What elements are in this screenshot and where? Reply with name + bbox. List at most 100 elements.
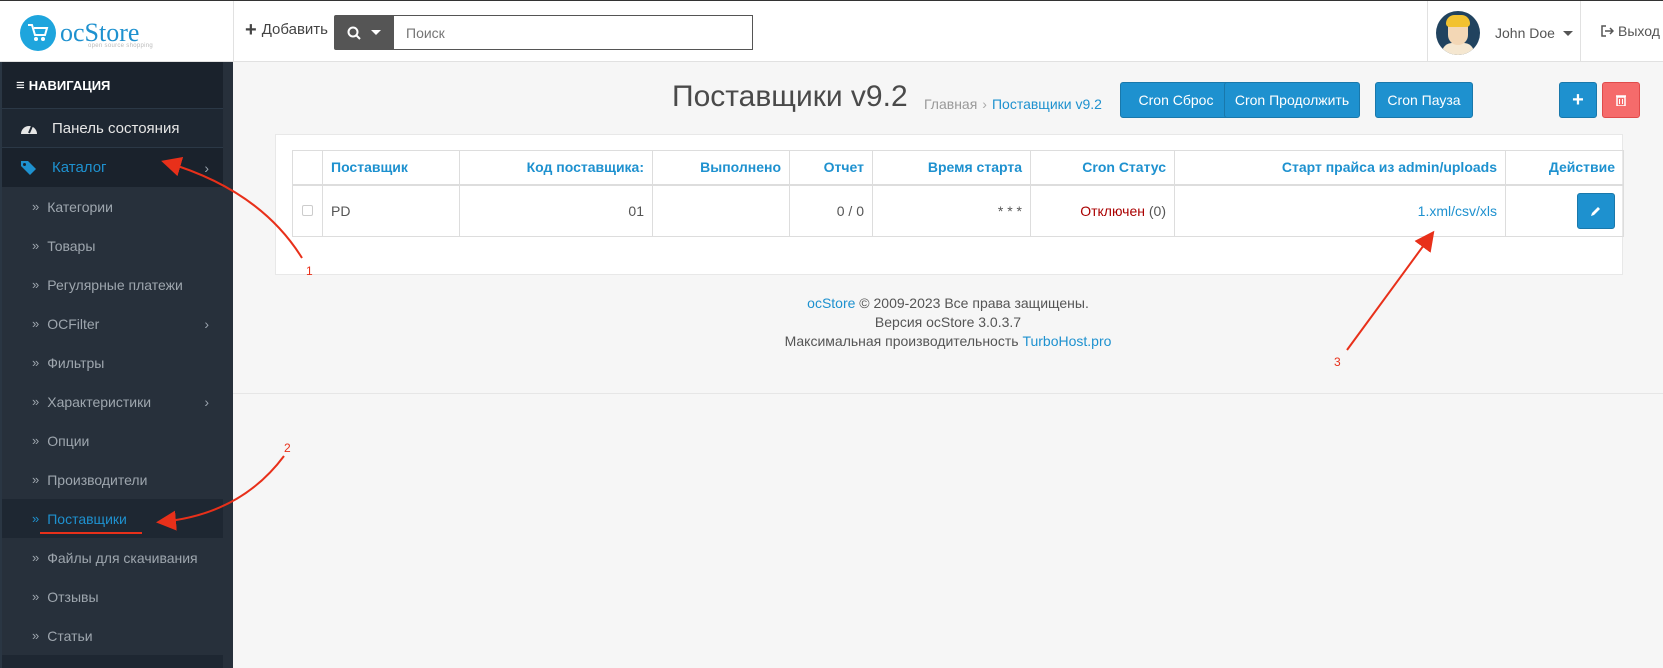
- sidebar-subitem[interactable]: » OCFilter ›: [2, 304, 223, 343]
- logout-label: Выход: [1618, 23, 1660, 39]
- cron-continue-button[interactable]: Cron Продолжить: [1224, 82, 1360, 118]
- column-header[interactable]: Код поставщика:: [459, 150, 653, 186]
- avatar: [1436, 11, 1480, 55]
- footer: ocStore © 2009-2023 Все права защищены. …: [233, 294, 1663, 351]
- double-angle-right-icon: »: [32, 433, 40, 448]
- chevron-right-icon: ›: [204, 393, 209, 410]
- double-angle-right-icon: »: [32, 550, 40, 565]
- add-supplier-button[interactable]: +: [1559, 82, 1597, 118]
- row-checkbox-cell: [292, 184, 323, 237]
- sidebar-subitem[interactable]: » Производители: [2, 460, 223, 499]
- nav-title: НАВИГАЦИЯ: [28, 77, 111, 93]
- delete-button[interactable]: [1602, 82, 1640, 118]
- plus-icon: +: [245, 18, 257, 41]
- column-header[interactable]: Отчет: [789, 150, 873, 186]
- logo-subtitle: open source shopping: [88, 43, 154, 49]
- cron-reset-button[interactable]: Cron Сброс: [1120, 82, 1232, 118]
- footer-copyright: © 2009-2023 Все права защищены.: [859, 295, 1089, 311]
- divider: [233, 1, 234, 62]
- footer-host-link[interactable]: TurboHost.pro: [1022, 333, 1111, 349]
- divider: [1580, 1, 1581, 62]
- column-header[interactable]: Время старта: [872, 150, 1031, 186]
- double-angle-right-icon: »: [32, 238, 40, 253]
- sidebar-subitem-label: Файлы для скачивания: [47, 549, 198, 566]
- suppliers-panel: Поставщик Код поставщика: Выполнено Отче…: [275, 134, 1624, 275]
- column-header[interactable]: Старт прайса из admin/uploads: [1174, 150, 1506, 186]
- footer-performance-line: Максимальная производительность TurboHos…: [233, 332, 1663, 351]
- search-button[interactable]: [334, 15, 394, 50]
- logo[interactable]: ocStore open source shopping: [20, 13, 160, 53]
- bars-icon: ≡: [16, 76, 25, 94]
- sidebar-subitem[interactable]: » Статьи: [2, 616, 223, 655]
- add-label: Добавить: [261, 21, 328, 38]
- cron-count: (0): [1148, 202, 1166, 219]
- sidebar-subitem[interactable]: » Отзывы: [2, 577, 223, 616]
- annotation-number: 3: [1334, 355, 1341, 369]
- column-header[interactable]: Выполнено: [652, 150, 790, 186]
- annotation-number: 2: [284, 441, 291, 455]
- sidebar-subitem-label: Статьи: [47, 627, 93, 644]
- sidebar-subitem-label: Категории: [47, 198, 113, 215]
- logo-text: ocStore: [60, 18, 140, 47]
- user-name: John Doe: [1495, 25, 1555, 41]
- chevron-right-icon: ›: [204, 159, 209, 176]
- pencil-icon: [1591, 206, 1600, 216]
- chevron-right-icon: ›: [204, 315, 209, 332]
- report-cell: 0 / 0: [789, 184, 873, 237]
- sidebar-subitem-label: Характеристики: [47, 393, 152, 410]
- footer-version: Версия ocStore 3.0.3.7: [874, 314, 1022, 330]
- action-cell: [1505, 184, 1624, 237]
- price-start-cell: 1.xml/csv/xls: [1174, 184, 1506, 237]
- sidebar-item-label: Панель состояния: [52, 119, 180, 137]
- page-title: Поставщики v9.2: [672, 80, 908, 113]
- sidebar-subitem-label: Товары: [47, 237, 96, 254]
- sidebar-item-dashboard[interactable]: Панель состояния: [2, 109, 223, 148]
- double-angle-right-icon: »: [32, 394, 40, 409]
- double-angle-right-icon: »: [32, 589, 40, 604]
- breadcrumb-home[interactable]: Главная: [924, 96, 977, 112]
- cron-pause-button[interactable]: Cron Пауза: [1375, 82, 1473, 118]
- sidebar-subitem[interactable]: » Характеристики ›: [2, 382, 223, 421]
- sidebar-subitem[interactable]: » Поставщики: [2, 499, 223, 538]
- sidebar-subitem-label: Регулярные платежи: [47, 276, 183, 293]
- column-header[interactable]: Действие: [1505, 150, 1624, 186]
- column-header[interactable]: Поставщик: [322, 150, 460, 186]
- double-angle-right-icon: »: [32, 277, 40, 292]
- cron-status-cell: Отключен (0): [1030, 184, 1175, 237]
- sidebar-subitem[interactable]: » Файлы для скачивания: [2, 538, 223, 577]
- edit-button[interactable]: [1577, 192, 1615, 229]
- sidebar-subitem-label: Отзывы: [47, 588, 99, 605]
- search-icon: [347, 26, 361, 40]
- sidebar-subitem[interactable]: » Регулярные платежи: [2, 265, 223, 304]
- footer-brand-link[interactable]: ocStore: [807, 295, 855, 311]
- breadcrumb-current[interactable]: Поставщики v9.2: [992, 96, 1102, 112]
- divider: [1427, 1, 1428, 62]
- start-time-cell: * * *: [872, 184, 1031, 237]
- double-angle-right-icon: »: [32, 511, 40, 526]
- sidebar-subitem[interactable]: » Опции: [2, 421, 223, 460]
- add-button[interactable]: + Добавить: [245, 18, 328, 41]
- double-angle-right-icon: »: [32, 472, 40, 487]
- caret-down-icon: [1562, 30, 1573, 36]
- column-header[interactable]: Cron Статус: [1030, 150, 1175, 186]
- sidebar-subitem[interactable]: » Категории: [2, 187, 223, 226]
- sidebar-subitem-label: Фильтры: [47, 354, 105, 371]
- nav-header: ≡ НАВИГАЦИЯ: [2, 62, 223, 109]
- table-header-row: Поставщик Код поставщика: Выполнено Отче…: [292, 150, 1624, 186]
- user-menu[interactable]: John Doe: [1436, 11, 1573, 55]
- row-checkbox[interactable]: [302, 204, 313, 216]
- cart-icon: [20, 15, 56, 51]
- sidebar-subitem[interactable]: » Фильтры: [2, 343, 223, 382]
- sidebar-subitem[interactable]: » Товары: [2, 226, 223, 265]
- price-start-link[interactable]: 1.xml/csv/xls: [1418, 203, 1497, 219]
- double-angle-right-icon: »: [32, 199, 40, 214]
- annotation-number: 1: [306, 264, 313, 278]
- double-angle-right-icon: »: [32, 355, 40, 370]
- sidebar-item-catalog[interactable]: Каталог ›: [2, 148, 223, 187]
- breadcrumb: Главная › Поставщики v9.2: [924, 96, 1102, 112]
- search-input[interactable]: [393, 15, 753, 50]
- supplier-cell: PD: [322, 184, 460, 237]
- logout-button[interactable]: Выход: [1601, 23, 1660, 39]
- cron-status-value: Отключен: [1080, 202, 1145, 219]
- select-all-header[interactable]: [292, 150, 323, 186]
